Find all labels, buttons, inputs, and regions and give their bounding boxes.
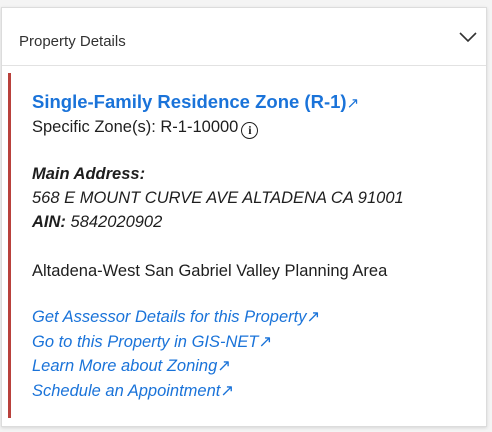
chevron-down-icon[interactable] xyxy=(458,30,478,44)
ain-value: 5842020902 xyxy=(70,213,163,231)
external-link-icon: ↗ xyxy=(217,357,232,375)
schedule-appointment-link[interactable]: Schedule an Appointment↗ xyxy=(32,379,320,404)
gis-net-link[interactable]: Go to this Property in GIS-NET↗ xyxy=(32,330,320,355)
specific-zone-value: R-1-10000 xyxy=(160,118,239,136)
ain-row: AIN: 5842020902 xyxy=(32,210,162,234)
assessor-details-link[interactable]: Get Assessor Details for this Property↗ xyxy=(32,305,320,330)
external-link-icon: ↗ xyxy=(220,381,235,400)
main-address-label: Main Address: xyxy=(32,165,146,183)
zoning-info-link[interactable]: Learn More about Zoning↗ xyxy=(32,354,320,379)
panel-title: Property Details xyxy=(19,33,126,50)
info-icon[interactable]: i xyxy=(241,122,259,139)
planning-area: Altadena-West San Gabriel Valley Plannin… xyxy=(32,262,388,280)
zone-link[interactable]: Single-Family Residence Zone (R-1)↗ xyxy=(32,91,359,115)
external-link-icon: ↗ xyxy=(258,332,273,351)
main-address-value: 568 E MOUNT CURVE AVE ALTADENA CA 91001 xyxy=(32,189,404,207)
external-link-icon: ↗ xyxy=(346,95,360,112)
panel-header[interactable]: Property Details xyxy=(2,8,486,66)
specific-zone-label: Specific Zone(s): xyxy=(32,118,156,136)
ain-label: AIN: xyxy=(32,213,66,231)
external-link-icon: ↗ xyxy=(306,308,321,326)
property-details-content: Single-Family Residence Zone (R-1)↗ Spec… xyxy=(8,73,482,418)
specific-zone: Specific Zone(s): R-1-10000 i xyxy=(32,116,259,139)
zone-name: Single-Family Residence Zone (R-1) xyxy=(32,91,347,112)
link-list: Get Assessor Details for this Property↗ … xyxy=(32,305,320,403)
property-details-panel: Property Details Single-Family Residence… xyxy=(1,7,487,427)
